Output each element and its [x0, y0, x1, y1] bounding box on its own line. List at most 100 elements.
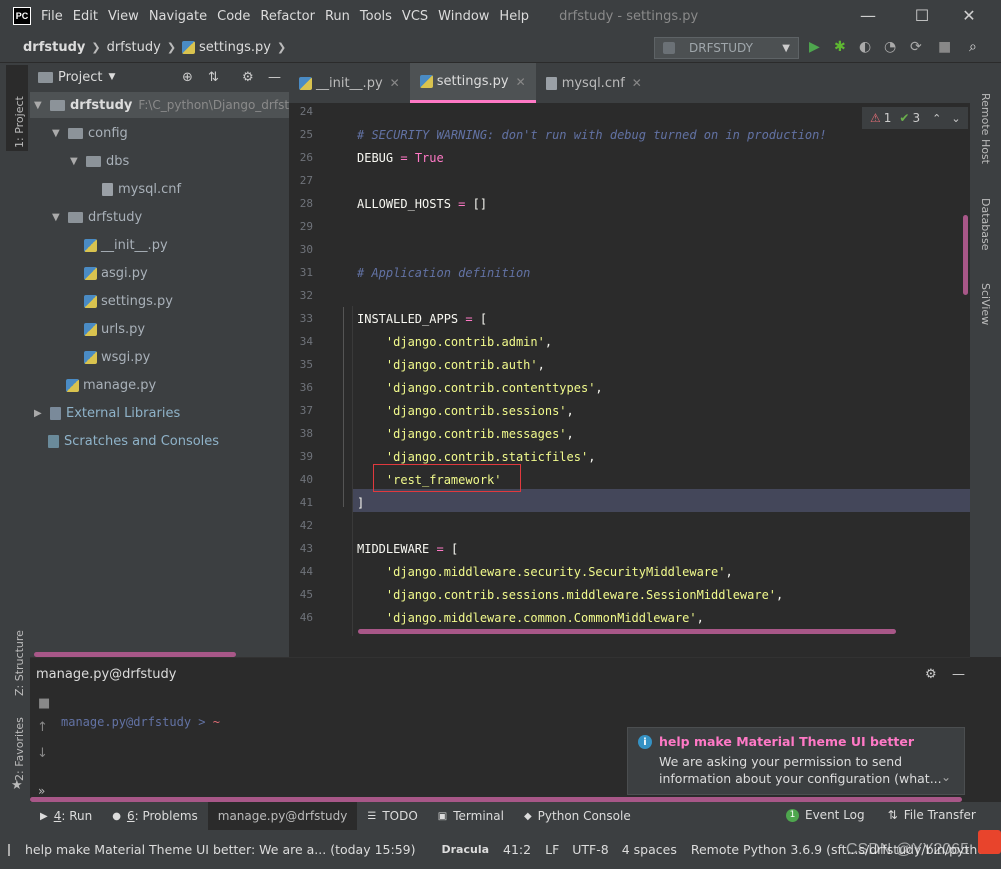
- close-icon[interactable]: ✕: [632, 76, 642, 90]
- stop-icon[interactable]: ■: [38, 696, 50, 711]
- code-line[interactable]: # Application definition: [357, 266, 530, 280]
- chevron-down-icon[interactable]: ⌄: [951, 112, 960, 125]
- code-line[interactable]: ALLOWED_HOSTS = []: [357, 197, 487, 211]
- code-line[interactable]: MIDDLEWARE = [: [357, 542, 458, 556]
- chevron-up-icon[interactable]: ⌃: [932, 112, 941, 125]
- arrow-up-icon[interactable]: ↑: [37, 720, 48, 735]
- tree-item[interactable]: mysql.cnf: [102, 176, 181, 202]
- remote-host-tool-button[interactable]: Remote Host: [979, 93, 992, 164]
- tree-item[interactable]: __init__.py: [84, 232, 168, 258]
- tree-item[interactable]: wsgi.py: [84, 344, 150, 370]
- line-separator[interactable]: LF: [545, 842, 559, 857]
- code-line[interactable]: INSTALLED_APPS = [: [357, 312, 487, 326]
- status-toggle-icon[interactable]: [8, 843, 10, 856]
- tree-item[interactable]: ▼ dbs: [70, 148, 129, 174]
- file-transfer-button[interactable]: File Transfer: [904, 808, 976, 822]
- tab-settingspy[interactable]: settings.py ✕: [409, 63, 536, 103]
- favorites-tool-button[interactable]: 2: Favorites: [13, 717, 26, 781]
- inspection-widget[interactable]: ⚠ 1 ✔ 3 ⌃ ⌄: [862, 107, 968, 129]
- menu-file[interactable]: File: [41, 9, 63, 24]
- menu-vcs[interactable]: VCS: [402, 9, 428, 24]
- menu-refactor[interactable]: Refactor: [260, 9, 315, 24]
- code-line[interactable]: 'django.contrib.sessions',: [357, 404, 574, 418]
- tree-item[interactable]: settings.py: [84, 288, 173, 314]
- code-line[interactable]: 'django.middleware.security.SecurityMidd…: [357, 565, 733, 579]
- menu-edit[interactable]: Edit: [73, 9, 98, 24]
- debug-icon[interactable]: ✱: [834, 39, 846, 55]
- breadcrumb-package[interactable]: drfstudy: [107, 40, 161, 55]
- code-line[interactable]: 'django.contrib.staticfiles',: [357, 450, 596, 464]
- tree-item[interactable]: ▼ drfstudy F:\C_python\Django_drfstud: [34, 92, 304, 118]
- tree-item[interactable]: Scratches and Consoles: [48, 428, 219, 454]
- project-tool-button[interactable]: 1: Project: [13, 96, 26, 148]
- chevron-down-icon[interactable]: ⌄: [941, 770, 951, 784]
- gear-icon[interactable]: ⚙: [242, 70, 254, 85]
- menu-window[interactable]: Window: [438, 9, 489, 24]
- chevron-down-icon[interactable]: ▼: [34, 100, 46, 111]
- tool-window-todo[interactable]: ☰ TODO: [357, 802, 427, 830]
- close-icon[interactable]: ✕: [516, 75, 526, 89]
- database-tool-button[interactable]: Database: [979, 198, 992, 251]
- chevron-down-icon[interactable]: ▼: [70, 156, 82, 167]
- tree-item[interactable]: ▼ drfstudy: [52, 204, 142, 230]
- hide-icon[interactable]: —: [268, 70, 281, 85]
- profile-icon[interactable]: ◔: [884, 39, 896, 55]
- tree-item[interactable]: urls.py: [84, 316, 145, 342]
- indent-setting[interactable]: 4 spaces: [622, 842, 677, 857]
- code-line[interactable]: 'django.contrib.messages',: [357, 427, 574, 441]
- notification-popup[interactable]: i help make Material Theme UI better We …: [627, 727, 965, 795]
- collapse-icon[interactable]: ⇅: [208, 70, 219, 85]
- stop-icon[interactable]: ■: [938, 39, 951, 55]
- tab-mysqlcnf[interactable]: mysql.cnf ✕: [536, 63, 652, 103]
- menu-code[interactable]: Code: [217, 9, 250, 24]
- tree-item[interactable]: manage.py: [66, 372, 156, 398]
- search-icon[interactable]: ⌕: [969, 39, 977, 55]
- editor-vertical-scrollbar[interactable]: [963, 215, 968, 295]
- menu-navigate[interactable]: Navigate: [149, 9, 207, 24]
- code-line[interactable]: ]: [357, 496, 364, 510]
- code-line[interactable]: 'django.contrib.sessions.middleware.Sess…: [357, 588, 783, 602]
- locate-icon[interactable]: ⊕: [182, 70, 193, 85]
- code-line[interactable]: # SECURITY WARNING: don't run with debug…: [357, 128, 827, 142]
- structure-tool-button[interactable]: Z: Structure: [13, 630, 26, 696]
- console-cursor[interactable]: ~: [213, 715, 220, 729]
- editor-horizontal-scrollbar[interactable]: [358, 629, 896, 634]
- file-encoding[interactable]: UTF-8: [572, 842, 608, 857]
- chevron-right-icon[interactable]: ▶: [34, 408, 46, 419]
- tree-item[interactable]: asgi.py: [84, 260, 148, 286]
- menu-run[interactable]: Run: [325, 9, 350, 24]
- maximize-button[interactable]: ☐: [910, 4, 934, 26]
- chevron-down-icon[interactable]: ▼: [52, 128, 64, 139]
- hide-icon[interactable]: —: [952, 667, 965, 682]
- status-message[interactable]: help make Material Theme UI better: We a…: [25, 842, 416, 857]
- menu-view[interactable]: View: [108, 9, 139, 24]
- chevron-down-icon[interactable]: ▼: [108, 72, 115, 82]
- arrow-down-icon[interactable]: ↓: [37, 746, 48, 761]
- coverage-icon[interactable]: ◐: [859, 39, 871, 55]
- tree-item[interactable]: ▶ External Libraries: [34, 400, 180, 426]
- close-window-button[interactable]: ✕: [957, 4, 981, 26]
- gear-icon[interactable]: ⚙: [925, 667, 937, 682]
- tree-item[interactable]: ▼ config: [52, 120, 128, 146]
- chevron-down-icon[interactable]: ▼: [52, 212, 64, 223]
- close-icon[interactable]: ✕: [390, 76, 400, 90]
- tool-window-pythonconsole[interactable]: ◆ Python Console: [514, 802, 641, 830]
- cursor-position[interactable]: 41:2: [503, 842, 531, 857]
- tool-window-problems[interactable]: ● 6: Problems: [102, 802, 208, 830]
- code-line[interactable]: 'django.contrib.auth',: [357, 358, 545, 372]
- menu-tools[interactable]: Tools: [360, 9, 392, 24]
- breadcrumb-project[interactable]: drfstudy: [23, 40, 85, 55]
- code-line[interactable]: 'django.contrib.admin',: [357, 335, 552, 349]
- code-line[interactable]: 'django.contrib.contenttypes',: [357, 381, 603, 395]
- project-panel-title[interactable]: Project: [58, 70, 102, 85]
- sciview-tool-button[interactable]: SciView: [979, 283, 992, 325]
- tool-window-terminal[interactable]: ▣ Terminal: [428, 802, 514, 830]
- event-log-button[interactable]: Event Log: [805, 808, 865, 822]
- run-configuration-select[interactable]: DRFSTUDY ▼: [654, 37, 799, 59]
- minimize-button[interactable]: —: [856, 4, 880, 26]
- code-line[interactable]: 'django.middleware.common.CommonMiddlewa…: [357, 611, 704, 625]
- tool-window-run[interactable]: ▶ 4: Run: [30, 802, 102, 830]
- code-line[interactable]: 'rest_framework': [357, 473, 502, 487]
- more-icon[interactable]: »: [38, 784, 45, 798]
- build-icon[interactable]: ⟳: [910, 39, 922, 55]
